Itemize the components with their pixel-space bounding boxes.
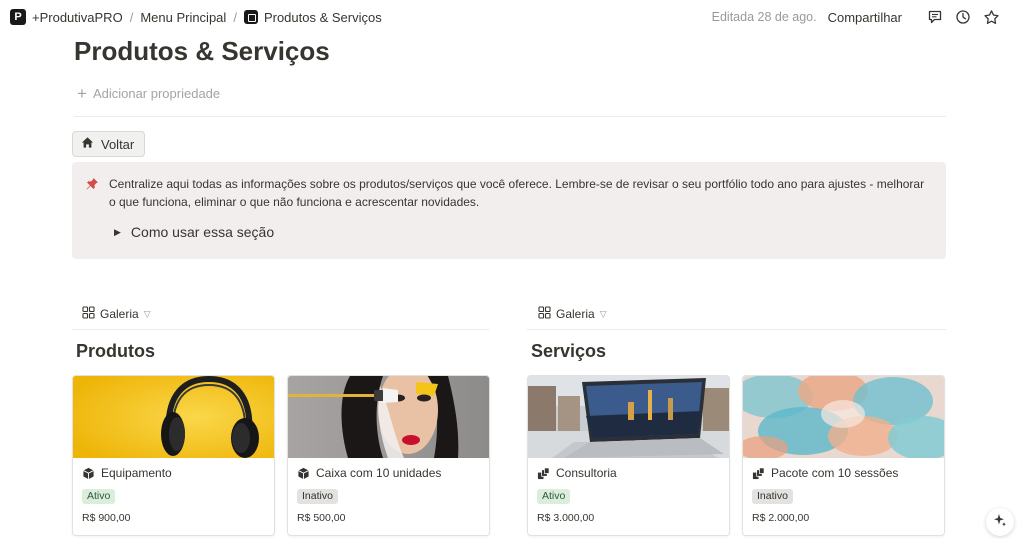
ai-assistant-button[interactable] <box>986 508 1014 536</box>
card-name-label: Pacote com 10 sessões <box>771 466 899 480</box>
box-icon <box>82 467 95 480</box>
card-cover-colorful-smoke <box>743 376 944 458</box>
callout-block: Centralize aqui todas as informações sob… <box>72 162 946 259</box>
gallery-card-pacote[interactable]: Pacote com 10 sessões Inativo R$ 2.000,0… <box>742 375 945 536</box>
box-icon <box>297 467 310 480</box>
plus-icon: + <box>77 84 87 103</box>
gallery-view-label: Galeria <box>556 307 595 321</box>
breadcrumb-workspace[interactable]: +ProdutivaPRO <box>32 10 123 25</box>
page-title[interactable]: Produtos & Serviços <box>74 36 330 67</box>
gallery-card-consultoria[interactable]: Consultoria Ativo R$ 3.000,00 <box>527 375 730 536</box>
back-button-label: Voltar <box>101 136 135 152</box>
card-title[interactable]: Consultoria <box>537 466 617 480</box>
gallery-grid-icon <box>82 306 95 322</box>
history-icon[interactable] <box>954 8 972 26</box>
section-title-produtos[interactable]: Produtos <box>76 341 155 362</box>
card-price: R$ 500,00 <box>297 512 346 524</box>
chevron-down-icon: ▽ <box>143 308 151 319</box>
status-badge: Ativo <box>537 489 571 504</box>
callout-text: Centralize aqui todas as informações sob… <box>109 177 925 209</box>
card-name-label: Consultoria <box>556 466 617 480</box>
sparkle-icon <box>993 513 1007 532</box>
card-title[interactable]: Equipamento <box>82 466 172 480</box>
edited-timestamp: Editada 28 de ago. <box>711 10 817 24</box>
card-name-label: Equipamento <box>101 466 172 480</box>
card-cover-headphones <box>73 376 274 458</box>
gallery-view-label: Galeria <box>100 307 139 321</box>
status-badge: Ativo <box>82 489 116 504</box>
gallery-card-caixa[interactable]: Caixa com 10 unidades Inativo R$ 500,00 <box>287 375 490 536</box>
add-property-button[interactable]: + Adicionar propriedade <box>77 85 220 102</box>
card-name-label: Caixa com 10 unidades <box>316 466 442 480</box>
section-title-servicos[interactable]: Serviços <box>531 341 606 362</box>
toggle-triangle-icon[interactable]: ▶ <box>114 227 121 238</box>
card-title[interactable]: Caixa com 10 unidades <box>297 466 441 480</box>
chevron-down-icon: ▽ <box>599 308 607 319</box>
pushpin-icon <box>85 177 99 194</box>
breadcrumb-separator: / <box>129 9 134 25</box>
card-cover-makeup-portrait <box>288 376 489 458</box>
card-price: R$ 900,00 <box>82 512 131 524</box>
workspace-logo[interactable]: P <box>10 9 26 25</box>
toggle-how-to-use[interactable]: ▶ Como usar essa seção <box>114 224 274 240</box>
toggle-label: Como usar essa seção <box>130 224 275 240</box>
gallery-view-selector-servicos[interactable]: Galeria ▽ <box>538 306 607 322</box>
house-icon <box>81 136 94 152</box>
status-badge: Inativo <box>297 489 338 504</box>
back-button[interactable]: Voltar <box>72 131 146 157</box>
breadcrumb-current[interactable]: Produtos & Serviços <box>264 10 382 25</box>
top-actions: Editada 28 de ago. Compartilhar <box>712 0 1000 34</box>
card-price: R$ 2.000,00 <box>752 512 810 524</box>
gallery-divider <box>527 329 946 330</box>
gallery-view-selector-produtos[interactable]: Galeria ▽ <box>82 306 151 322</box>
card-price: R$ 3.000,00 <box>537 512 595 524</box>
page-icon <box>243 10 258 24</box>
gallery-card-equipamento[interactable]: Equipamento Ativo R$ 900,00 <box>72 375 275 536</box>
comment-icon[interactable] <box>926 8 944 26</box>
breadcrumb-parent[interactable]: Menu Principal <box>140 10 226 25</box>
stack-icon <box>537 467 550 480</box>
status-badge: Inativo <box>752 489 793 504</box>
breadcrumb-separator: / <box>233 9 237 25</box>
card-title[interactable]: Pacote com 10 sessões <box>752 466 898 480</box>
divider <box>74 116 946 117</box>
gallery-divider <box>72 329 489 330</box>
card-cover-laptop-city <box>528 376 729 458</box>
gallery-grid-icon <box>538 306 551 322</box>
share-button[interactable]: Compartilhar <box>828 10 902 25</box>
add-property-label: Adicionar propriedade <box>92 86 221 101</box>
star-icon[interactable] <box>982 8 1000 26</box>
stack-icon <box>752 467 765 480</box>
